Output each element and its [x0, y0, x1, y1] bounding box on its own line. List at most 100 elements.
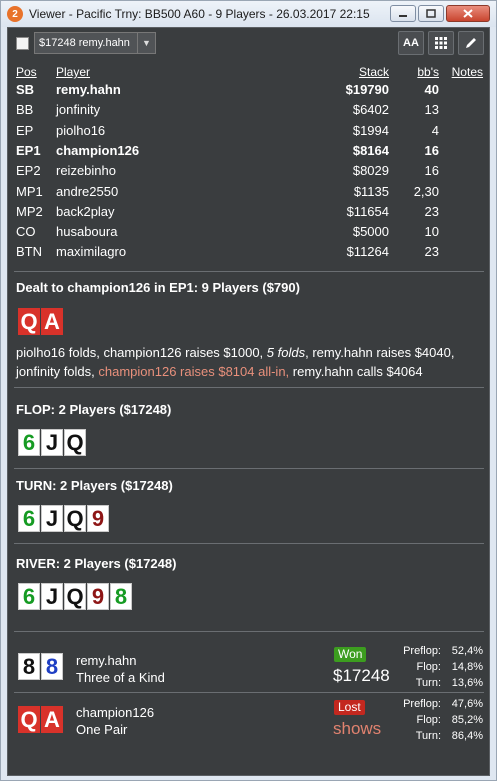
player-select[interactable]: $17248 remy.hahn ▼ — [34, 32, 156, 54]
equity-label: Preflop: — [403, 645, 441, 657]
card: 8 — [110, 583, 132, 610]
player-row[interactable]: SB remy.hahn $19790 40 — [8, 82, 489, 102]
player-stack: $8029 — [352, 163, 389, 179]
card: A — [41, 706, 63, 733]
player-bbs: 16 — [424, 142, 439, 158]
equity-value: 13,6% — [451, 677, 483, 689]
player-name: reizebinho — [56, 163, 116, 179]
card: Q — [64, 505, 86, 532]
player-row[interactable]: MP2 back2play $11654 23 — [8, 204, 489, 224]
maximize-button[interactable] — [418, 5, 444, 22]
player-row[interactable]: BB jonfinity $6402 13 — [8, 102, 489, 122]
river-cards: 6 J Q 9 8 — [18, 583, 132, 610]
player-stack: $19790 — [345, 82, 389, 97]
font-size-label: AA — [403, 37, 419, 49]
card: Q — [18, 308, 40, 335]
col-header-notes[interactable]: Notes — [452, 65, 483, 79]
player-bbs: 23 — [424, 244, 439, 260]
player-position: EP1 — [16, 142, 41, 158]
col-header-player[interactable]: Player — [56, 65, 90, 79]
player-stack: $11654 — [346, 203, 389, 219]
player-bbs: 10 — [424, 224, 439, 240]
card: Q — [64, 429, 86, 456]
card: 8 — [18, 653, 40, 680]
equity-value: 85,2% — [451, 714, 483, 726]
minimize-icon — [399, 14, 407, 17]
divider — [14, 387, 484, 388]
hand-checkbox[interactable] — [16, 37, 29, 50]
card: Q — [64, 583, 86, 610]
won-amount: $17248 — [333, 666, 390, 685]
player-name: remy.hahn — [56, 82, 121, 97]
divider — [14, 271, 484, 272]
player-position: BB — [16, 102, 34, 118]
preflop-actions: piolho16 folds, champion126 raises $1000… — [16, 343, 486, 381]
player-bbs: 2,30 — [413, 183, 439, 199]
col-header-pos[interactable]: Pos — [16, 65, 37, 79]
player-bbs: 23 — [424, 203, 439, 219]
maximize-icon — [426, 9, 436, 18]
card: 9 — [87, 505, 109, 532]
equity-label: Flop: — [416, 661, 441, 673]
player-row[interactable]: EP2 reizebinho $8029 16 — [8, 163, 489, 183]
player-row[interactable]: MP1 andre2550 $1135 2,30 — [8, 184, 489, 204]
flop-cards: 6 J Q — [18, 429, 86, 456]
viewer-window: 2 Viewer - Pacific Trny: BB500 A60 - 9 P… — [0, 0, 497, 781]
action-text-allin: champion126 raises $8104 all-in, — [98, 364, 290, 379]
divider — [14, 692, 484, 693]
card: 6 — [18, 505, 40, 532]
card: J — [41, 505, 63, 532]
player-position: EP2 — [16, 163, 41, 179]
player-name: andre2550 — [56, 183, 119, 199]
title-bar[interactable]: 2 Viewer - Pacific Trny: BB500 A60 - 9 P… — [1, 1, 496, 27]
player-row[interactable]: EP piolho16 $1994 4 — [8, 123, 489, 143]
close-icon — [463, 9, 473, 18]
divider — [14, 468, 484, 469]
player-stack: $8164 — [352, 142, 389, 158]
grid-button[interactable] — [428, 31, 454, 55]
result-hand-rank: Three of a Kind — [76, 670, 165, 685]
card: J — [41, 429, 63, 456]
player-stack: $1135 — [353, 183, 389, 199]
lost-badge: Lost — [334, 700, 365, 715]
player-stack: $1994 — [352, 122, 389, 138]
action-text: remy.hahn calls $4064 — [289, 364, 423, 379]
equity-label: Preflop: — [403, 698, 441, 710]
player-position: SB — [16, 82, 35, 97]
player-position: BTN — [16, 244, 42, 260]
flop-title: FLOP: 2 Players ($17248) — [16, 402, 172, 417]
player-stack: $6402 — [352, 102, 389, 118]
minimize-button[interactable] — [390, 5, 416, 22]
river-title: RIVER: 2 Players ($17248) — [16, 556, 177, 571]
close-button[interactable] — [446, 5, 490, 22]
player-row[interactable]: EP1 champion126 $8164 16 — [8, 143, 489, 163]
equity-value: 47,6% — [451, 698, 483, 710]
equity-value: 86,4% — [451, 730, 483, 742]
player-bbs: 13 — [424, 102, 439, 118]
player-bbs: 4 — [431, 122, 439, 138]
font-size-button[interactable]: AA — [398, 31, 424, 55]
edit-button[interactable] — [458, 31, 484, 55]
hand-viewer-panel: $17248 remy.hahn ▼ AA Pos Player Stack b… — [7, 27, 490, 776]
player-name: husaboura — [56, 224, 118, 240]
player-name: back2play — [56, 203, 115, 219]
col-header-stack[interactable]: Stack — [359, 65, 389, 79]
result-player-name: remy.hahn — [76, 653, 137, 668]
result-cards-winner: 8 8 — [18, 653, 63, 680]
player-name: maximilagro — [56, 244, 127, 260]
dropdown-arrow-icon[interactable]: ▼ — [137, 33, 155, 53]
equity-label: Flop: — [416, 714, 441, 726]
player-position: MP1 — [16, 183, 43, 199]
col-header-bbs[interactable]: bb's — [417, 65, 439, 79]
divider — [14, 543, 484, 544]
player-row[interactable]: BTN maximilagro $11264 23 — [8, 244, 489, 264]
player-bbs: 16 — [424, 163, 439, 179]
preflop-title: Dealt to champion126 in EP1: 9 Players (… — [16, 280, 300, 295]
result-player-name: champion126 — [76, 705, 155, 720]
player-position: CO — [16, 224, 36, 240]
card: 6 — [18, 583, 40, 610]
player-row[interactable]: CO husaboura $5000 10 — [8, 224, 489, 244]
card: A — [41, 308, 63, 335]
result-hand-rank: One Pair — [76, 722, 128, 737]
card: 6 — [18, 429, 40, 456]
